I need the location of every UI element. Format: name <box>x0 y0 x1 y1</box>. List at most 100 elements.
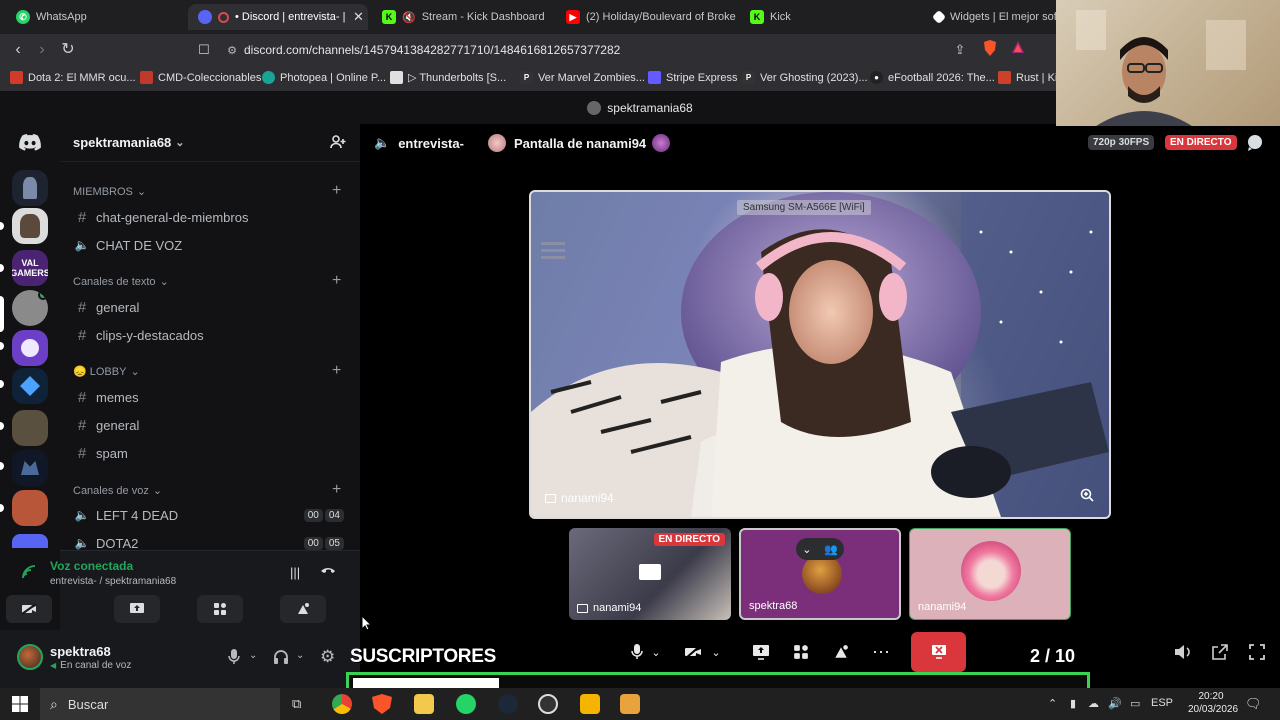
brave-icon[interactable] <box>372 694 392 714</box>
pop-out-icon[interactable] <box>1203 634 1237 670</box>
create-channel-icon[interactable]: + <box>332 182 341 200</box>
soundboard-button[interactable] <box>824 634 858 670</box>
notifications-icon[interactable]: 🗨 <box>1245 696 1262 712</box>
share-icon[interactable]: ⇪ <box>950 40 970 60</box>
taskbar-search[interactable]: ⌕ Buscar <box>40 688 280 720</box>
discord-home-icon[interactable] <box>12 124 48 160</box>
settings-gear-icon[interactable]: ⚙ <box>320 647 335 667</box>
obs-icon[interactable] <box>538 694 558 714</box>
bookmark-item[interactable]: Rust | Kic <box>998 71 1063 84</box>
create-channel-icon[interactable]: + <box>332 362 341 380</box>
server-icon[interactable] <box>12 368 48 404</box>
bookmark-item[interactable]: CMD-Coleccionables <box>140 71 261 84</box>
participant-tile-nanami94-stream[interactable]: EN DIRECTO nanami94 <box>569 528 731 620</box>
server-icon[interactable] <box>12 450 48 486</box>
brave-shield-icon[interactable] <box>980 40 1000 60</box>
chrome-icon[interactable] <box>332 694 352 714</box>
disconnect-button[interactable] <box>911 632 966 672</box>
usb-icon[interactable]: ▮ <box>1070 697 1076 710</box>
activities-button[interactable] <box>784 634 818 670</box>
streaming-app-icon[interactable] <box>620 694 640 714</box>
steam-icon[interactable] <box>498 694 518 714</box>
bookmark-item[interactable]: ▷ Thunderbolts [S... <box>390 71 506 84</box>
soundboard-button[interactable] <box>280 595 326 623</box>
url-field[interactable]: ⚙ discord.com/channels/14579413842827717… <box>220 38 1040 62</box>
participant-tile-nanami94[interactable]: nanami94 <box>909 528 1071 620</box>
close-tab-icon[interactable]: ✕ <box>353 9 364 25</box>
server-icon[interactable] <box>12 490 48 526</box>
tab-whatsapp[interactable]: ✆ WhatsApp <box>6 4 186 30</box>
channel-spam[interactable]: # spam <box>72 440 348 466</box>
camera-toggle-button[interactable] <box>6 595 52 623</box>
language-indicator[interactable]: ESP <box>1151 697 1173 709</box>
channel-chat-de-voz[interactable]: 🔈 CHAT DE VOZ <box>72 232 348 258</box>
chevron-down-icon[interactable]: ⌄ <box>296 650 304 661</box>
noise-suppression-icon[interactable]: ||| <box>290 565 300 580</box>
create-channel-icon[interactable]: + <box>332 272 341 290</box>
channel-left-4-dead[interactable]: 🔈 LEFT 4 DEAD 00 04 <box>72 502 348 528</box>
bookmark-item[interactable]: P Ver Marvel Zombies... <box>520 71 645 84</box>
more-options-icon[interactable]: ⋯ <box>864 634 898 670</box>
site-info-icon[interactable]: ⚙ <box>220 44 244 57</box>
headphones-icon[interactable] <box>273 649 289 670</box>
bookmark-icon[interactable]: ☐ <box>194 40 214 60</box>
fullscreen-icon[interactable] <box>1240 634 1274 670</box>
volume-icon[interactable]: 🔊 <box>1108 697 1122 710</box>
cloud-icon[interactable]: ☁ <box>1088 697 1099 710</box>
category-lobby[interactable]: 😞 LOBBY ⌄ <box>73 365 140 378</box>
share-screen-button[interactable] <box>744 634 778 670</box>
chevron-down-icon[interactable]: ⌄ <box>706 634 726 670</box>
network-icon[interactable]: ▭ <box>1130 697 1140 710</box>
bookmark-item[interactable]: Dota 2: El MMR ocu... <box>10 71 136 84</box>
server-icon[interactable] <box>12 208 48 244</box>
channel-memes[interactable]: # memes <box>72 384 348 410</box>
voice-status[interactable]: Voz conectada <box>50 559 133 573</box>
tab-kick[interactable]: K Kick <box>740 4 920 30</box>
voice-channel-name[interactable]: entrevista- <box>398 136 464 151</box>
bookmark-item[interactable]: P Ver Ghosting (2023)... <box>742 71 868 84</box>
voice-location[interactable]: entrevista- / spektramania68 <box>50 576 176 587</box>
tab-widgets[interactable]: Widgets | El mejor softw <box>924 4 1056 30</box>
task-view-icon[interactable]: ⧉ <box>292 696 301 712</box>
bookmark-item[interactable]: Stripe Express <box>648 71 738 84</box>
tray-overflow-icon[interactable]: ⌃ <box>1048 697 1057 710</box>
tab-youtube[interactable]: ▶ (2) Holiday/Boulevard of Broken <box>556 4 736 30</box>
chevron-down-icon[interactable]: ⌄ <box>249 650 257 661</box>
category-miembros[interactable]: MIEMBROS ⌄ <box>73 185 146 199</box>
main-screen-share-video[interactable]: Samsung SM-A566E [WiFi] nanami94 <box>529 190 1111 519</box>
tile-options[interactable]: ⌄ 👥 <box>796 538 844 560</box>
disconnect-icon[interactable] <box>320 563 336 582</box>
tab-kick-dashboard[interactable]: K 🔇 Stream - Kick Dashboard <box>372 4 552 30</box>
avatar[interactable] <box>17 644 43 670</box>
bookmark-item[interactable]: Photopea | Online P... <box>262 71 386 84</box>
category-canales-de-voz[interactable]: Canales de voz ⌄ <box>73 484 162 498</box>
server-val-gamers[interactable]: VAL GAMERS <box>12 250 48 286</box>
whatsapp-icon[interactable] <box>456 694 476 714</box>
camera-button[interactable] <box>676 634 710 670</box>
server-icon[interactable] <box>12 330 48 366</box>
participant-tile-spektra68[interactable]: ⌄ 👥 spektra68 <box>739 528 901 620</box>
server-icon[interactable] <box>12 410 48 446</box>
windows-start-icon[interactable] <box>12 696 28 717</box>
microphone-icon[interactable] <box>228 649 240 670</box>
app-icon[interactable] <box>580 694 600 714</box>
activities-button[interactable] <box>197 595 243 623</box>
chevron-down-icon[interactable]: ⌄ <box>646 634 666 670</box>
zoom-icon[interactable] <box>1077 485 1097 505</box>
back-icon[interactable]: ‹ <box>8 40 28 60</box>
tab-discord[interactable]: • Discord | entrevista- | sp ✕ <box>188 4 368 30</box>
server-icon[interactable] <box>12 170 48 206</box>
share-screen-button[interactable] <box>114 595 160 623</box>
reload-icon[interactable]: ↻ <box>58 40 78 60</box>
connection-signal-icon[interactable] <box>22 565 36 584</box>
server-header[interactable]: spektramania68 ⌄ <box>60 124 360 162</box>
channel-clips-y-destacados[interactable]: # clips-y-destacados <box>72 322 348 348</box>
channel-chat-general-de-miembros[interactable]: # chat-general-de-miembros <box>72 204 348 230</box>
server-icon[interactable] <box>12 534 48 548</box>
invite-people-icon[interactable] <box>330 134 346 153</box>
bookmark-item[interactable]: ● eFootball 2026: The... <box>870 71 995 84</box>
clock[interactable]: 20:20 20/03/2026 <box>1188 690 1238 716</box>
channel-general[interactable]: # general <box>72 294 348 320</box>
username[interactable]: spektra68 <box>50 644 111 659</box>
channel-general[interactable]: # general <box>72 412 348 438</box>
